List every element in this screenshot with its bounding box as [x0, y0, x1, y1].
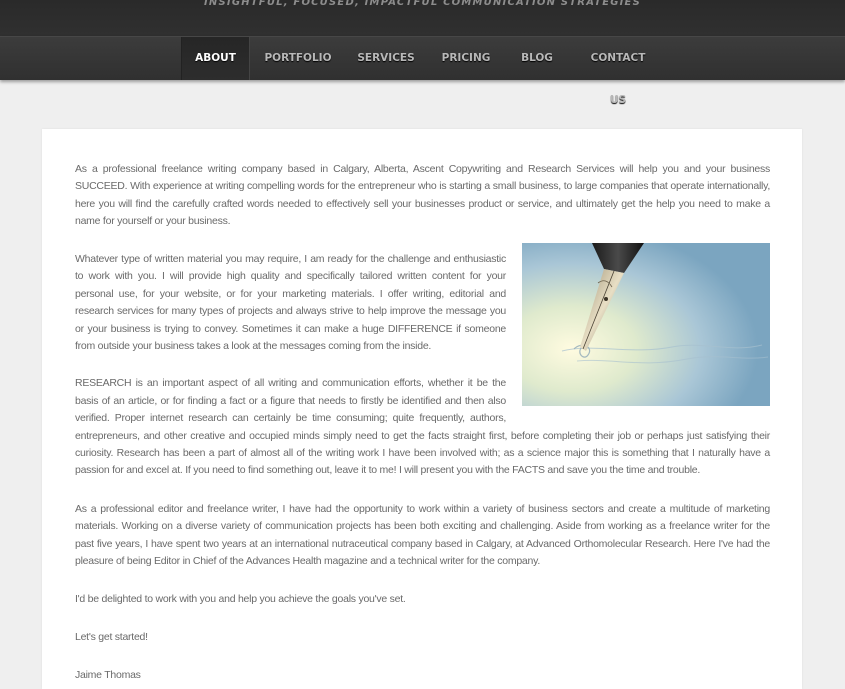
- signature-name: Jaime Thomas: [75, 669, 141, 681]
- nav-blog[interactable]: BLOG: [518, 37, 556, 80]
- nav-about[interactable]: ABOUT: [181, 37, 250, 80]
- site-tagline: INSIGHTFUL, FOCUSED, IMPACTFUL COMMUNICA…: [204, 0, 641, 8]
- call-to-action: Let's get started!: [75, 631, 148, 643]
- nav-pricing[interactable]: PRICING: [440, 37, 492, 80]
- main-content: As a professional freelance writing comp…: [42, 129, 802, 689]
- fountain-pen-image: [522, 243, 770, 406]
- nav-contact-us[interactable]: CONTACT US: [582, 37, 654, 106]
- image-paragraphs: Whatever type of written material you ma…: [75, 243, 770, 480]
- closing-paragraph: I'd be delighted to work with you and he…: [75, 593, 406, 605]
- intro-paragraph: As a professional freelance writing comp…: [75, 163, 770, 228]
- nav-services[interactable]: SERVICES: [357, 37, 415, 80]
- site-header: INSIGHTFUL, FOCUSED, IMPACTFUL COMMUNICA…: [0, 0, 845, 36]
- nav-portfolio[interactable]: PORTFOLIO: [262, 37, 334, 80]
- experience-paragraph: As a professional editor and freelance w…: [75, 503, 770, 568]
- main-nav: ABOUT PORTFOLIO SERVICES PRICING BLOG CO…: [0, 36, 845, 106]
